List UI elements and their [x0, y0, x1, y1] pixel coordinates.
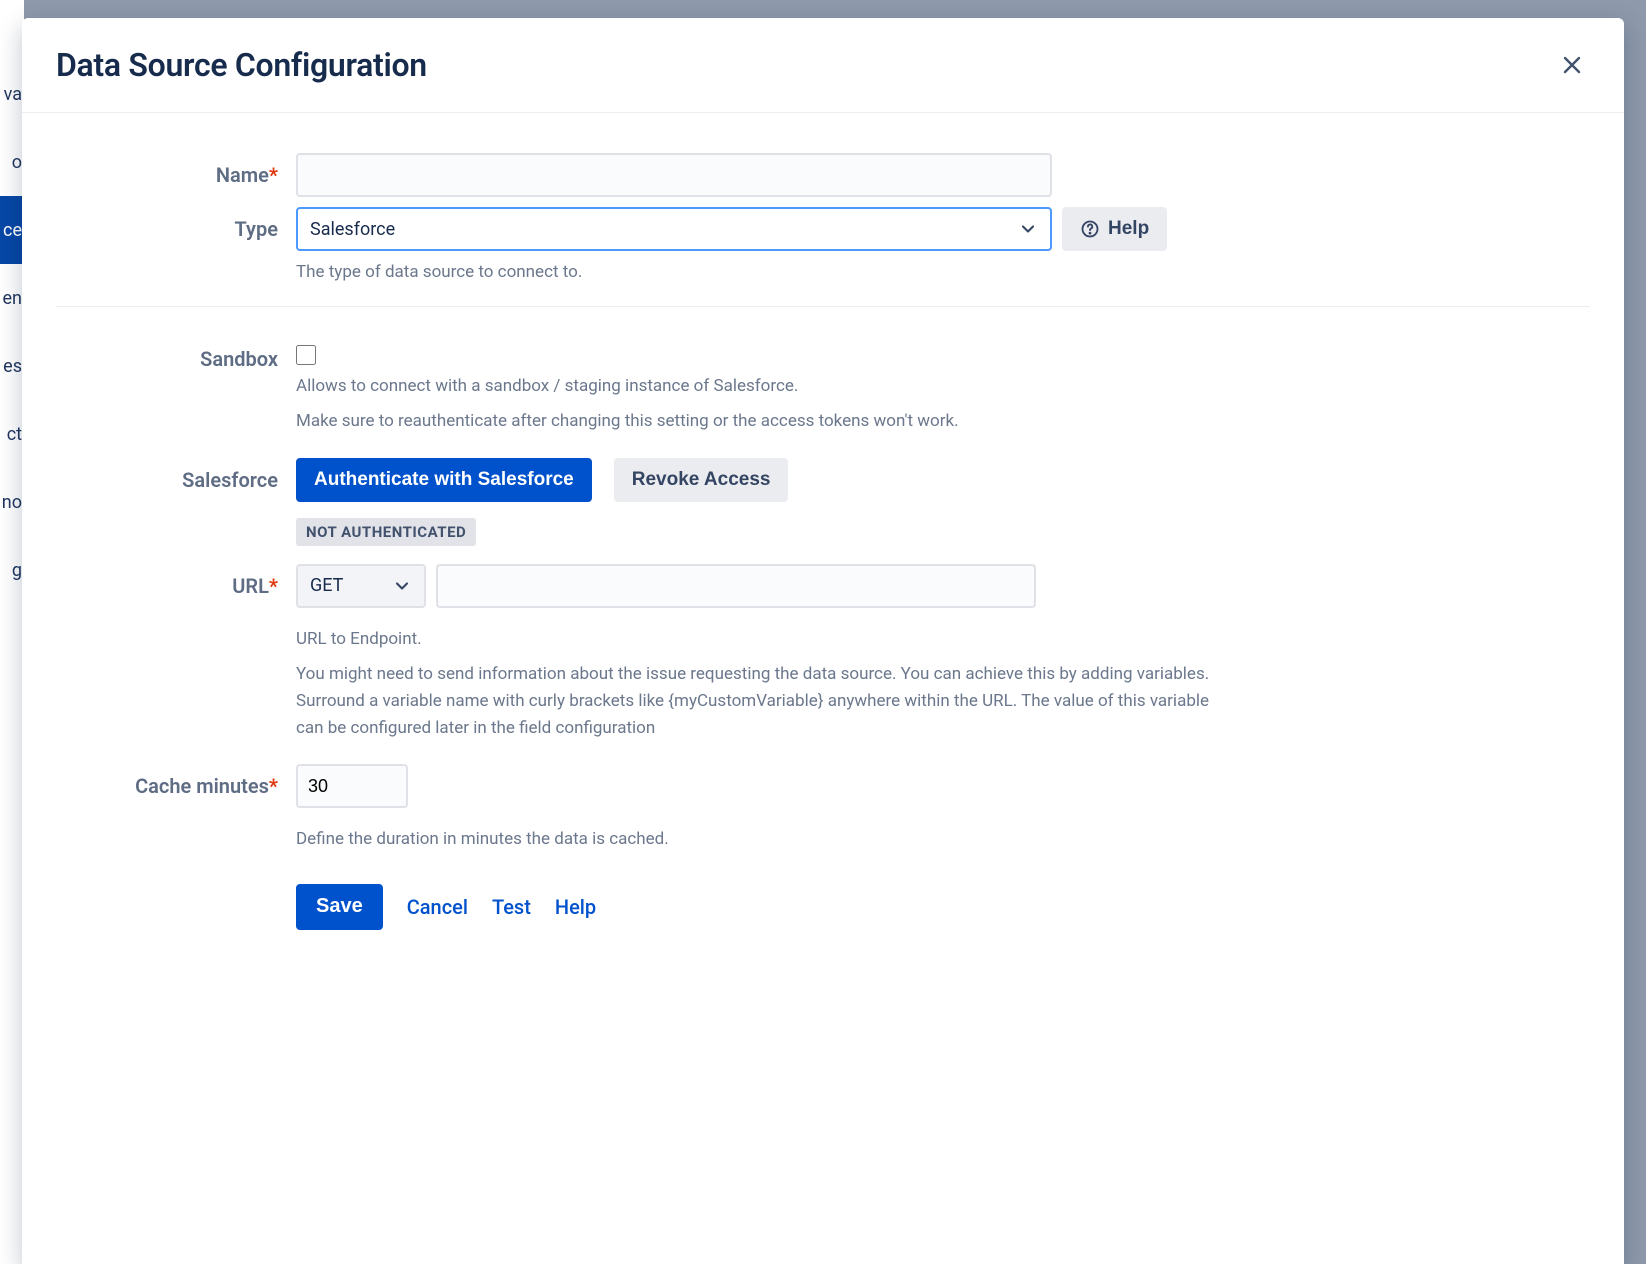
- row-name: Name*: [56, 153, 1590, 197]
- url-hint1: URL to Endpoint.: [296, 626, 1226, 653]
- type-help-button-label: Help: [1108, 218, 1149, 240]
- label-name: Name*: [56, 153, 278, 187]
- background-sidebar: va o ce en es ct no g: [0, 0, 24, 1264]
- cache-hint: Define the duration in minutes the data …: [296, 826, 1226, 853]
- chevron-down-icon: [392, 576, 412, 596]
- close-icon: [1560, 53, 1584, 77]
- authenticate-button-label: Authenticate with Salesforce: [314, 469, 574, 491]
- bg-sidebar-item: ce: [0, 196, 24, 264]
- help-link[interactable]: Help: [555, 895, 596, 919]
- chevron-down-icon: [1018, 219, 1038, 239]
- authenticate-button[interactable]: Authenticate with Salesforce: [296, 458, 592, 502]
- type-select[interactable]: Salesforce: [296, 207, 1052, 251]
- name-input[interactable]: [296, 153, 1052, 197]
- row-salesforce: Salesforce Authenticate with Salesforce …: [56, 458, 1590, 546]
- bg-sidebar-item: es: [0, 332, 24, 400]
- form-actions: Save Cancel Test Help: [296, 884, 1246, 930]
- label-sandbox-text: Sandbox: [200, 347, 278, 371]
- modal-body: Name* Type Salesforce: [22, 113, 1624, 1264]
- section-divider: [56, 306, 1590, 307]
- modal-header: Data Source Configuration: [22, 18, 1624, 113]
- question-icon: [1080, 219, 1100, 239]
- http-method-select[interactable]: GET: [296, 564, 426, 608]
- row-cache: Cache minutes* Define the duration in mi…: [56, 764, 1590, 939]
- row-sandbox: Sandbox Allows to connect with a sandbox…: [56, 337, 1590, 435]
- revoke-access-button[interactable]: Revoke Access: [614, 458, 789, 502]
- label-cache: Cache minutes*: [56, 764, 278, 798]
- bg-sidebar-item: o: [0, 128, 24, 196]
- close-button[interactable]: [1554, 47, 1590, 83]
- sandbox-hint1: Allows to connect with a sandbox / stagi…: [296, 373, 1226, 400]
- required-asterisk: *: [269, 163, 278, 187]
- type-select-value: Salesforce: [310, 219, 395, 240]
- cancel-link[interactable]: Cancel: [407, 895, 468, 919]
- revoke-access-button-label: Revoke Access: [632, 469, 771, 491]
- url-hint2: You might need to send information about…: [296, 661, 1226, 743]
- type-hint: The type of data source to connect to.: [296, 259, 1226, 286]
- bg-sidebar-item: en: [0, 264, 24, 332]
- http-method-value: GET: [310, 575, 343, 596]
- label-sandbox: Sandbox: [56, 337, 278, 371]
- row-type: Type Salesforce Help: [56, 207, 1590, 286]
- sandbox-checkbox[interactable]: [296, 345, 316, 365]
- label-type: Type: [56, 207, 278, 241]
- bg-sidebar-item: va: [0, 60, 24, 128]
- type-help-button[interactable]: Help: [1062, 207, 1167, 251]
- label-url: URL*: [56, 564, 278, 598]
- modal-title: Data Source Configuration: [56, 46, 427, 84]
- label-salesforce: Salesforce: [56, 458, 278, 492]
- bg-sidebar-item: no: [0, 468, 24, 536]
- label-name-text: Name: [216, 163, 269, 187]
- bg-sidebar-item: ct: [0, 400, 24, 468]
- config-modal: Data Source Configuration Name* Type: [22, 18, 1624, 1264]
- label-type-text: Type: [235, 217, 278, 241]
- auth-status-badge: NOT AUTHENTICATED: [296, 518, 476, 546]
- cache-minutes-input[interactable]: [296, 764, 408, 808]
- bg-sidebar-item: g: [0, 536, 24, 604]
- required-asterisk: *: [269, 574, 278, 598]
- url-input[interactable]: [436, 564, 1036, 608]
- row-url: URL* GET URL to Endpoint. You might need…: [56, 564, 1590, 743]
- test-link[interactable]: Test: [492, 895, 531, 919]
- label-cache-text: Cache minutes: [135, 774, 269, 798]
- save-button[interactable]: Save: [296, 884, 383, 930]
- save-button-label: Save: [316, 895, 363, 918]
- label-url-text: URL: [232, 574, 269, 598]
- required-asterisk: *: [269, 774, 278, 798]
- sandbox-hint2: Make sure to reauthenticate after changi…: [296, 408, 1226, 435]
- label-salesforce-text: Salesforce: [182, 468, 278, 492]
